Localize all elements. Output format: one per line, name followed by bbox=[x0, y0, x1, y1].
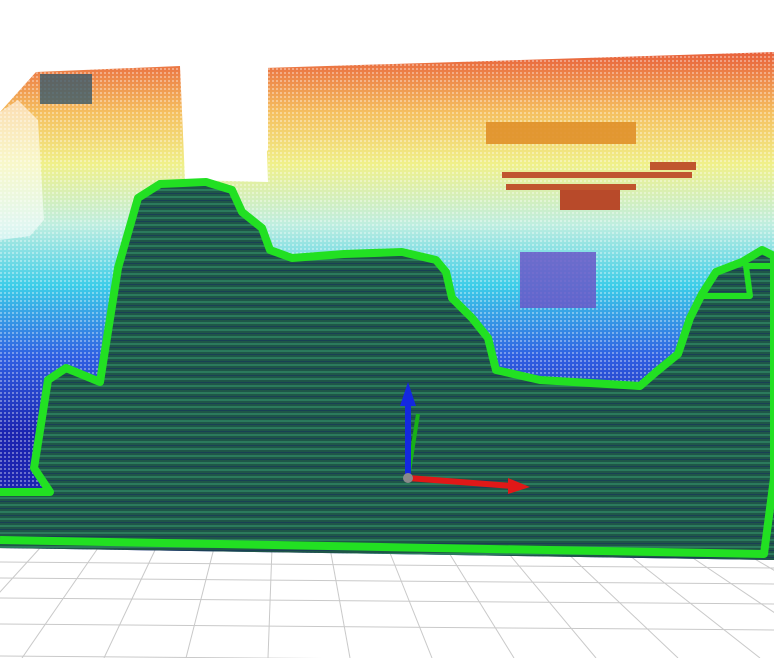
grid-line bbox=[0, 561, 774, 569]
axis-origin bbox=[403, 473, 413, 483]
grid-line bbox=[387, 547, 433, 658]
obstacle-upper-left-patch bbox=[40, 74, 92, 104]
grid-line bbox=[0, 623, 774, 631]
left-blank-strip bbox=[0, 100, 44, 240]
obstacle-horizontal-bar bbox=[486, 122, 636, 144]
grid-line bbox=[185, 547, 215, 658]
ground-grid bbox=[0, 547, 774, 658]
grid-line bbox=[103, 547, 157, 658]
grid-line bbox=[445, 547, 515, 658]
scene-render[interactable] bbox=[0, 0, 774, 658]
obstacle-low-block bbox=[520, 252, 596, 308]
grid-line bbox=[735, 547, 774, 571]
grid-line bbox=[21, 547, 99, 658]
3d-viewport[interactable] bbox=[0, 0, 774, 658]
grid-line bbox=[0, 597, 774, 605]
occlusion-blank bbox=[180, 60, 268, 178]
grid-line bbox=[0, 577, 774, 585]
